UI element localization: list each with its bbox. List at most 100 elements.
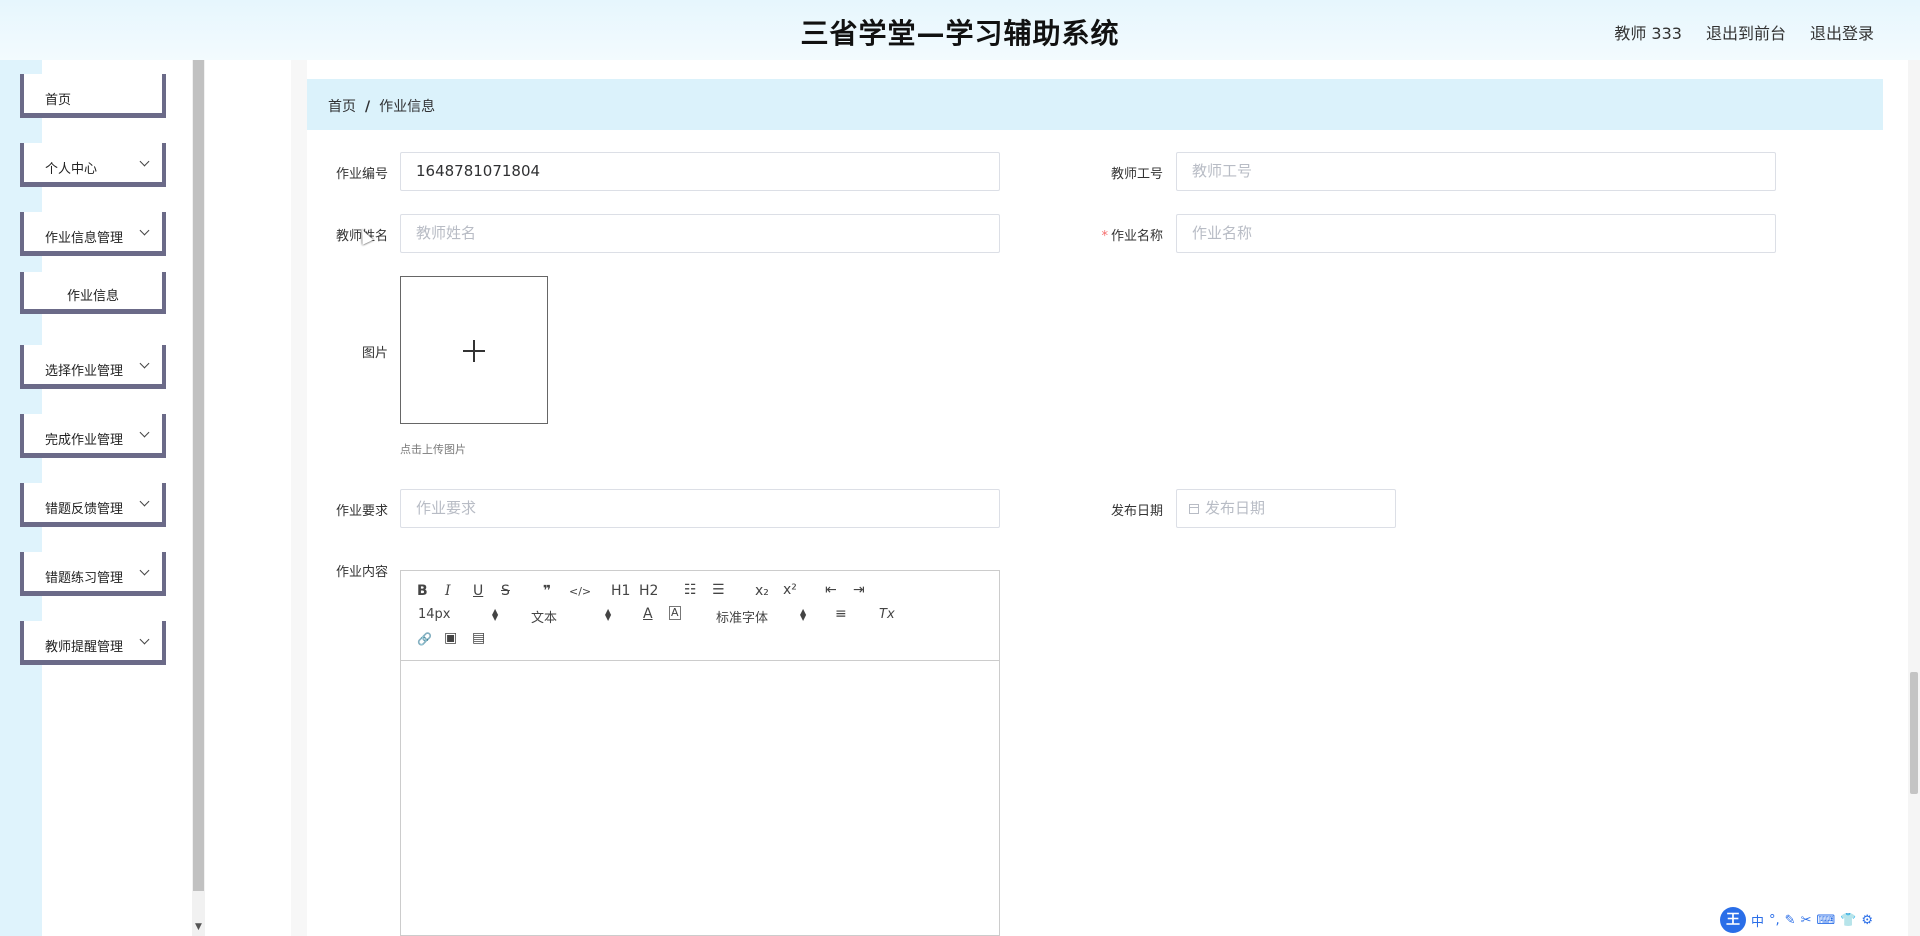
sidebar-item-personal-center[interactable]: 个人中心 bbox=[20, 143, 166, 187]
font-size-select[interactable]: 14px ▲ ▼ bbox=[418, 607, 502, 622]
sidebar-item-label: 完成作业管理 bbox=[45, 433, 124, 448]
font-family-select[interactable]: 标准字体 ▲ ▼ bbox=[716, 607, 810, 627]
subscript-button[interactable]: x₂ bbox=[755, 583, 769, 599]
required-mark: * bbox=[1101, 229, 1108, 244]
bullet-list-button[interactable]: ☰ bbox=[712, 582, 725, 598]
header2-button[interactable]: H2 bbox=[639, 583, 658, 599]
chevron-down-icon bbox=[139, 358, 150, 369]
superscript-button[interactable]: x² bbox=[783, 582, 797, 598]
sidebar-subitem-homework-info[interactable]: 作业信息 bbox=[20, 272, 166, 314]
select-arrows-icon: ▲ ▼ bbox=[492, 607, 499, 622]
page-scrollbar-thumb[interactable] bbox=[1910, 672, 1918, 794]
image-label: 图片 bbox=[361, 346, 388, 361]
indent-button[interactable]: ⇥ bbox=[853, 582, 865, 598]
exit-to-front-link[interactable]: 退出到前台 bbox=[1706, 20, 1786, 44]
video-button[interactable]: ▤ bbox=[472, 630, 485, 646]
breadcrumb-home[interactable]: 首页 bbox=[328, 99, 356, 115]
editor-content-area[interactable] bbox=[401, 661, 999, 935]
sidebar-item-label: 教师提醒管理 bbox=[45, 640, 124, 655]
underline-button[interactable]: U bbox=[473, 583, 483, 599]
scissors-icon[interactable]: ✂ bbox=[1801, 913, 1812, 928]
teacher-no-label: 教师工号 bbox=[1110, 167, 1163, 182]
requirement-input[interactable]: 作业要求 bbox=[400, 489, 1000, 528]
font-family-value: 标准字体 bbox=[716, 611, 769, 626]
sidebar-item-label: 作业信息 bbox=[66, 289, 119, 304]
sidebar-item-teacher-reminder-mgmt[interactable]: 教师提醒管理 bbox=[20, 621, 166, 665]
sidebar-scrollbar-thumb[interactable] bbox=[193, 60, 204, 891]
sidebar-item-error-practice-mgmt[interactable]: 错题练习管理 bbox=[20, 552, 166, 596]
header-value: 文本 bbox=[531, 611, 558, 626]
pen-icon[interactable]: ✎ bbox=[1785, 913, 1796, 928]
sidebar-item-label: 个人中心 bbox=[45, 162, 98, 177]
outdent-button[interactable]: ⇤ bbox=[825, 582, 837, 598]
sidebar-item-label: 错题练习管理 bbox=[45, 571, 124, 586]
current-user-label[interactable]: 教师 333 bbox=[1614, 20, 1682, 44]
breadcrumb-separator: / bbox=[365, 99, 371, 115]
clean-format-button[interactable]: Tx bbox=[879, 607, 895, 623]
scroll-down-arrow-icon[interactable]: ▼ bbox=[192, 922, 205, 932]
teacher-name-input[interactable]: 教师姓名 bbox=[400, 214, 1000, 253]
ime-toolbar[interactable]: 王 中 °, ✎ ✂ ⌨ 👕 ⚙ bbox=[1720, 907, 1920, 933]
breadcrumb-current: 作业信息 bbox=[379, 99, 436, 115]
header-links: 教师 333 退出到前台 退出登录 bbox=[1614, 20, 1874, 44]
content-label: 作业内容 bbox=[335, 565, 388, 580]
image-button[interactable]: ▣ bbox=[444, 630, 457, 646]
breadcrumb: 首页 / 作业信息 bbox=[307, 79, 1883, 130]
code-block-button[interactable]: </> bbox=[569, 584, 591, 600]
calendar-icon bbox=[1189, 504, 1199, 514]
chevron-down-icon bbox=[139, 565, 150, 576]
bold-button[interactable]: B bbox=[417, 583, 428, 599]
strike-button[interactable]: S bbox=[501, 583, 510, 599]
font-size-value: 14px bbox=[418, 607, 451, 622]
rich-text-editor: B I U S ❞ </> H1 H2 ☷ ☰ x₂ x² ⇤ ⇥ 14px ▲… bbox=[400, 570, 1000, 936]
ime-logo-icon[interactable]: 王 bbox=[1720, 907, 1746, 933]
upload-tip: 点击上传图片 bbox=[400, 443, 466, 456]
ime-punct-toggle[interactable]: °, bbox=[1769, 913, 1780, 928]
sidebar-item-select-homework-mgmt[interactable]: 选择作业管理 bbox=[20, 345, 166, 389]
teacher-no-input[interactable]: 教师工号 bbox=[1176, 152, 1776, 191]
image-uploader[interactable] bbox=[400, 276, 548, 424]
sidebar-item-home[interactable]: 首页 bbox=[20, 74, 166, 118]
top-header: 三省学堂—学习辅助系统 教师 333 退出到前台 退出登录 bbox=[0, 0, 1920, 60]
chevron-down-icon bbox=[139, 156, 150, 167]
teacher-name-label: 教师姓名 bbox=[335, 229, 388, 244]
sidebar-item-label: 首页 bbox=[45, 93, 72, 108]
keyboard-icon[interactable]: ⌨ bbox=[1816, 913, 1835, 928]
italic-button[interactable]: I bbox=[445, 583, 451, 599]
publish-date-placeholder: 发布日期 bbox=[1205, 499, 1266, 517]
sidebar-item-label: 作业信息管理 bbox=[45, 231, 124, 246]
sidebar-item-error-feedback-mgmt[interactable]: 错题反馈管理 bbox=[20, 483, 166, 527]
shirt-icon[interactable]: 👕 bbox=[1840, 913, 1856, 928]
homework-name-input[interactable]: 作业名称 bbox=[1176, 214, 1776, 253]
chevron-down-icon bbox=[139, 427, 150, 438]
select-arrows-icon: ▲ ▼ bbox=[605, 607, 612, 622]
chevron-down-icon bbox=[139, 496, 150, 507]
font-color-button[interactable]: A bbox=[643, 606, 653, 622]
homework-no-input[interactable]: 1648781071804 bbox=[400, 152, 1000, 191]
homework-no-label: 作业编号 bbox=[335, 167, 388, 182]
ordered-list-button[interactable]: ☷ bbox=[684, 582, 697, 598]
sidebar: 首页 个人中心 作业信息管理 作业信息 选择作业管理 完成作业管理 错题反馈管理… bbox=[20, 60, 192, 936]
sidebar-item-complete-homework-mgmt[interactable]: 完成作业管理 bbox=[20, 414, 166, 458]
content-gap bbox=[205, 60, 291, 936]
logout-link[interactable]: 退出登录 bbox=[1810, 20, 1874, 44]
page-edge bbox=[291, 60, 307, 936]
publish-date-label: 发布日期 bbox=[1110, 504, 1163, 519]
chevron-down-icon bbox=[139, 634, 150, 645]
link-button[interactable]: 🔗 bbox=[417, 631, 432, 647]
background-color-button[interactable]: A bbox=[669, 606, 681, 620]
header1-button[interactable]: H1 bbox=[611, 583, 630, 599]
sidebar-item-homework-info-mgmt[interactable]: 作业信息管理 bbox=[20, 212, 166, 256]
chevron-down-icon bbox=[139, 225, 150, 236]
requirement-label: 作业要求 bbox=[335, 504, 388, 519]
sidebar-item-label: 选择作业管理 bbox=[45, 364, 124, 379]
sidebar-scrollbar[interactable]: ▼ bbox=[192, 60, 205, 936]
publish-date-input[interactable]: 发布日期 bbox=[1176, 489, 1396, 528]
align-button[interactable]: ≡ bbox=[835, 606, 847, 622]
header-select[interactable]: 文本 ▲ ▼ bbox=[531, 607, 615, 627]
gear-icon[interactable]: ⚙ bbox=[1861, 913, 1873, 928]
select-arrows-icon: ▲ ▼ bbox=[800, 607, 807, 622]
ime-mode-toggle[interactable]: 中 bbox=[1751, 911, 1764, 930]
page-scrollbar[interactable] bbox=[1908, 60, 1920, 936]
blockquote-button[interactable]: ❞ bbox=[543, 583, 551, 599]
